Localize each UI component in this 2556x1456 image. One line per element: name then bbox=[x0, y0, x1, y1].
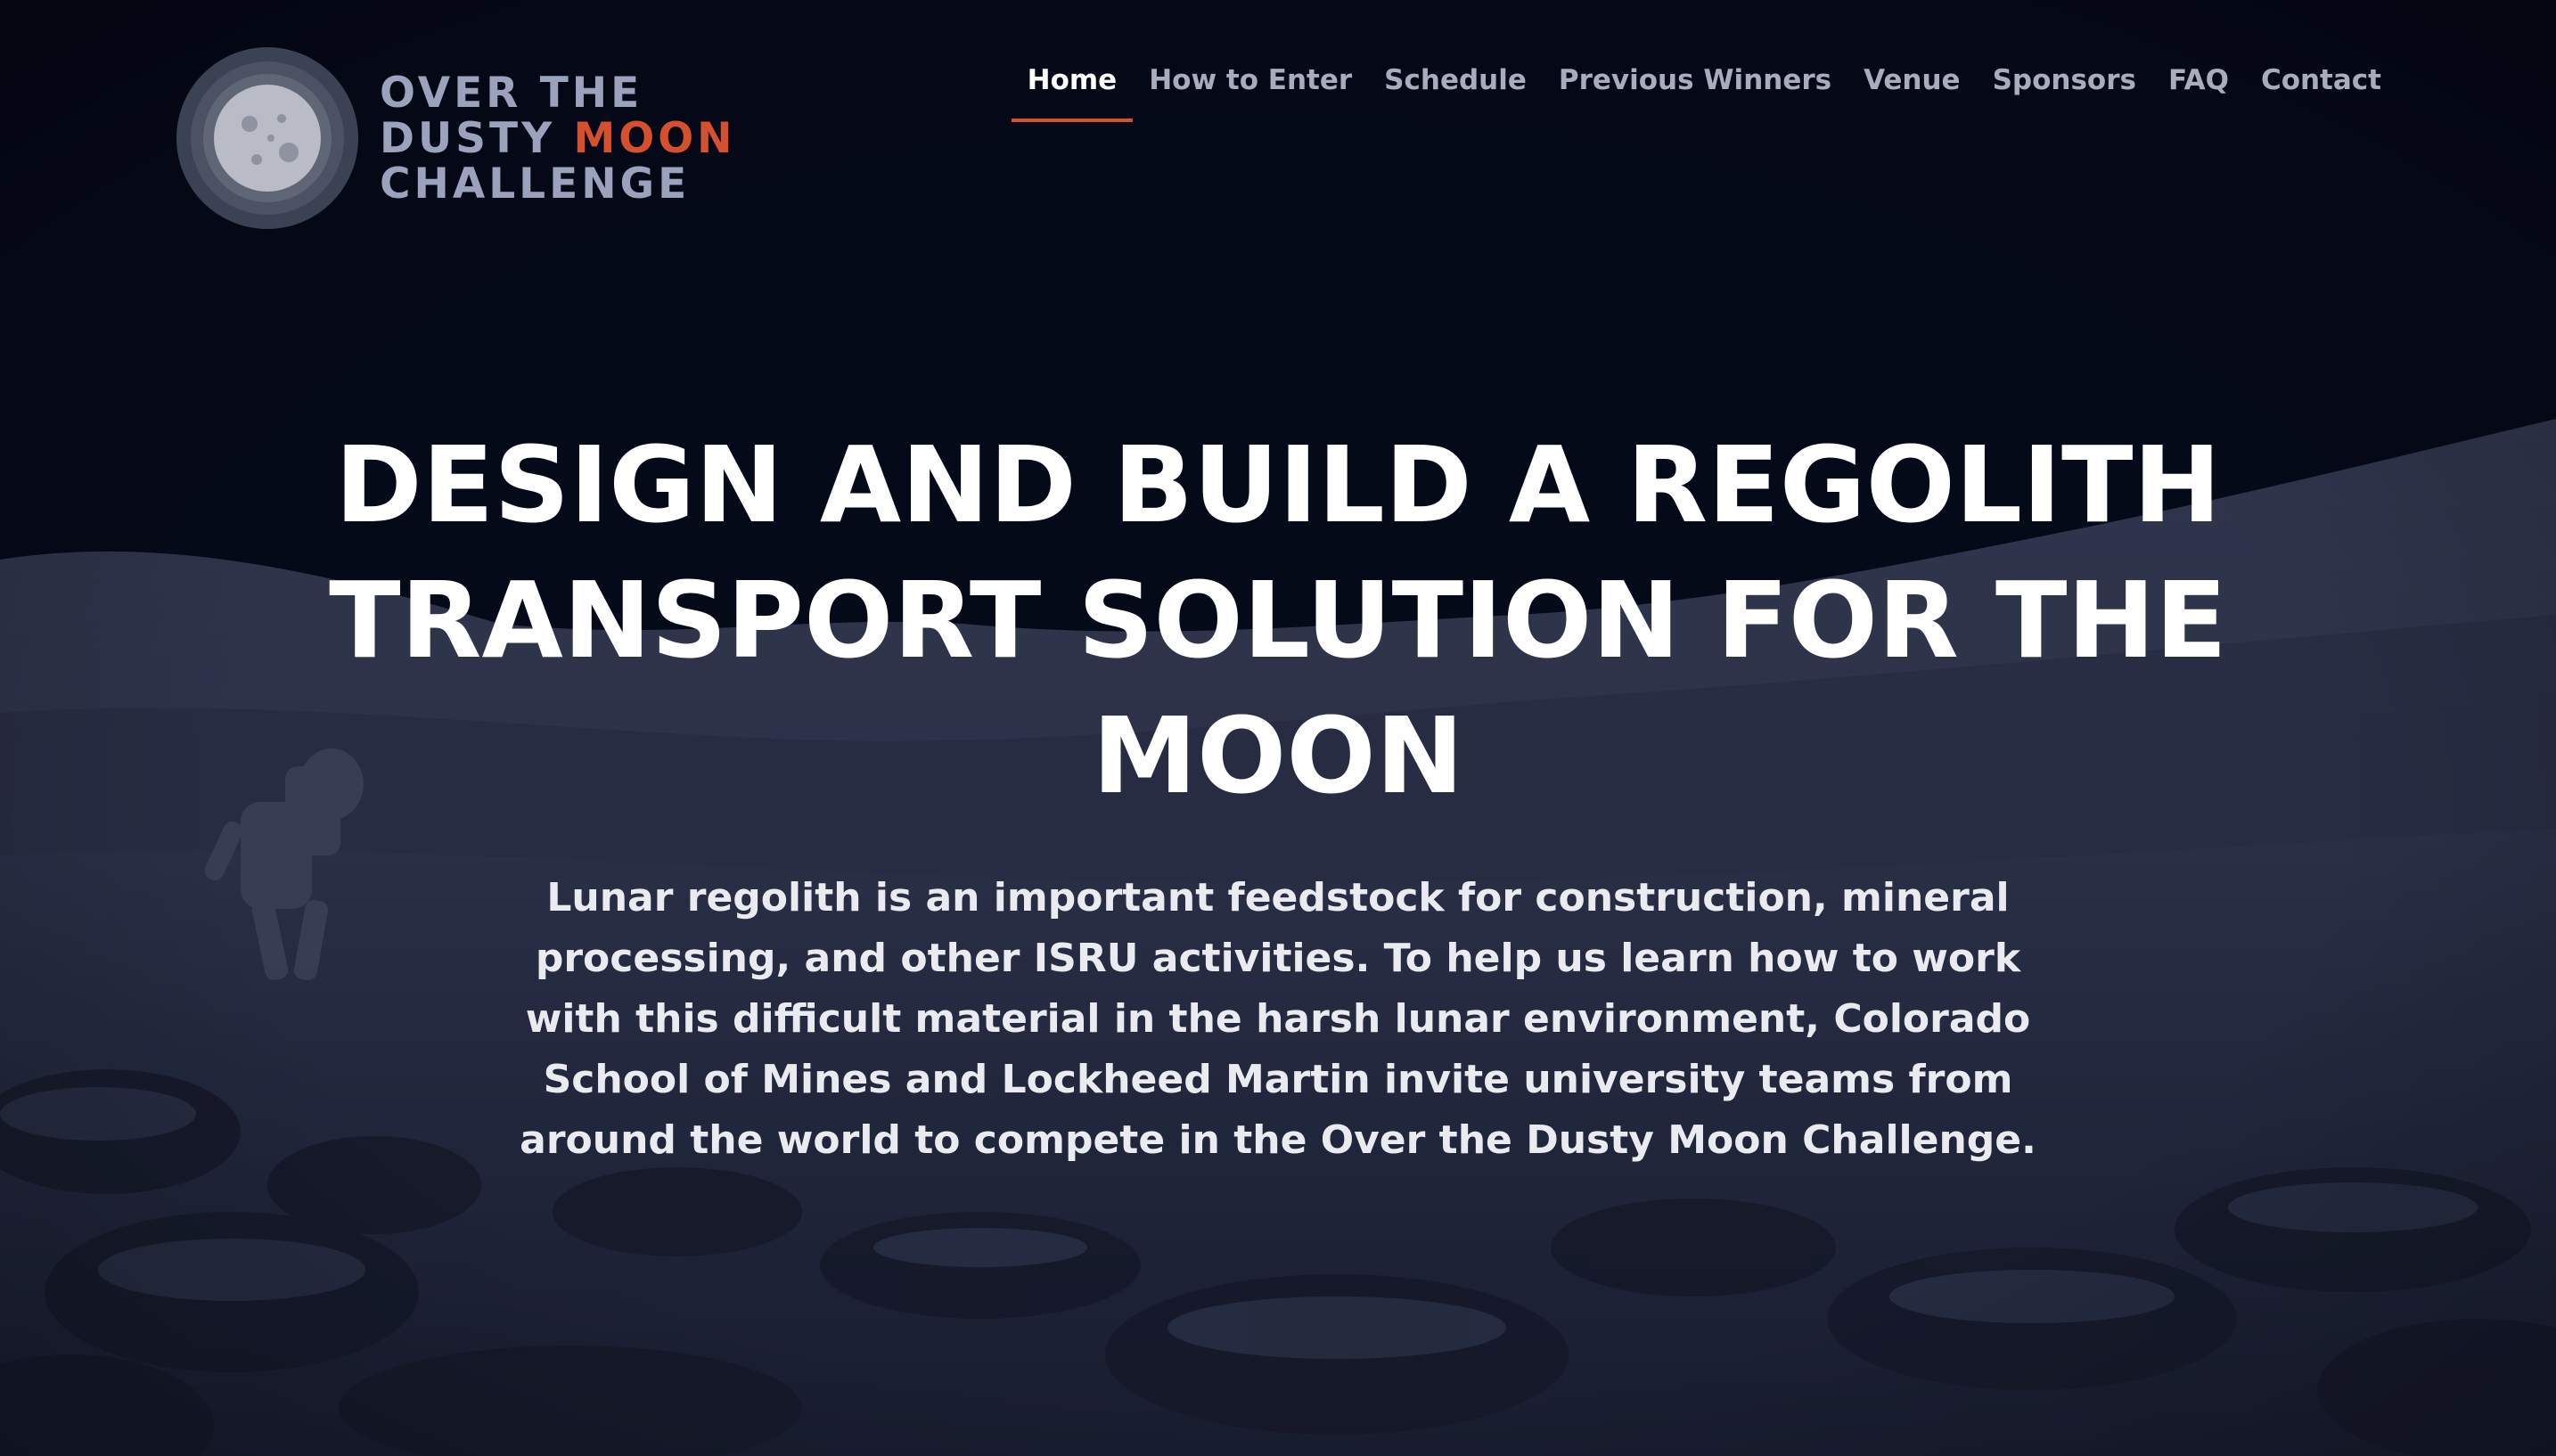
logo-line-2: DUSTY MOON bbox=[380, 116, 736, 161]
hero-title: DESIGN AND BUILD A REGOLITH TRANSPORT SO… bbox=[329, 423, 2227, 817]
nav-item-previous-winners[interactable]: Previous Winners bbox=[1543, 55, 1847, 122]
logo-line-2-start: DUSTY bbox=[380, 113, 556, 163]
nav-item-venue[interactable]: Venue bbox=[1847, 55, 1977, 122]
nav-item-sponsors[interactable]: Sponsors bbox=[1977, 55, 2152, 122]
nav-item-home[interactable]: Home bbox=[1011, 55, 1134, 122]
logo-wordmark: OVER THE DUSTY MOON CHALLENGE bbox=[380, 70, 736, 207]
moon-icon bbox=[176, 47, 358, 229]
nav-item-schedule[interactable]: Schedule bbox=[1368, 55, 1543, 122]
site-logo[interactable]: OVER THE DUSTY MOON CHALLENGE bbox=[175, 45, 736, 232]
logo-line-2-accent: MOON bbox=[573, 113, 736, 163]
logo-line-1: OVER THE bbox=[380, 68, 643, 118]
nav-item-how-to-enter[interactable]: How to Enter bbox=[1133, 55, 1368, 122]
page: OVER THE DUSTY MOON CHALLENGE Home How t… bbox=[0, 0, 2556, 1456]
nav-item-contact[interactable]: Contact bbox=[2245, 55, 2397, 122]
hero-description: Lunar regolith is an important feedstock… bbox=[520, 875, 2036, 1163]
main-navigation: Home How to Enter Schedule Previous Winn… bbox=[1011, 55, 2397, 122]
nav-item-faq[interactable]: FAQ bbox=[2152, 55, 2245, 122]
logo-line-3: CHALLENGE bbox=[380, 159, 691, 209]
